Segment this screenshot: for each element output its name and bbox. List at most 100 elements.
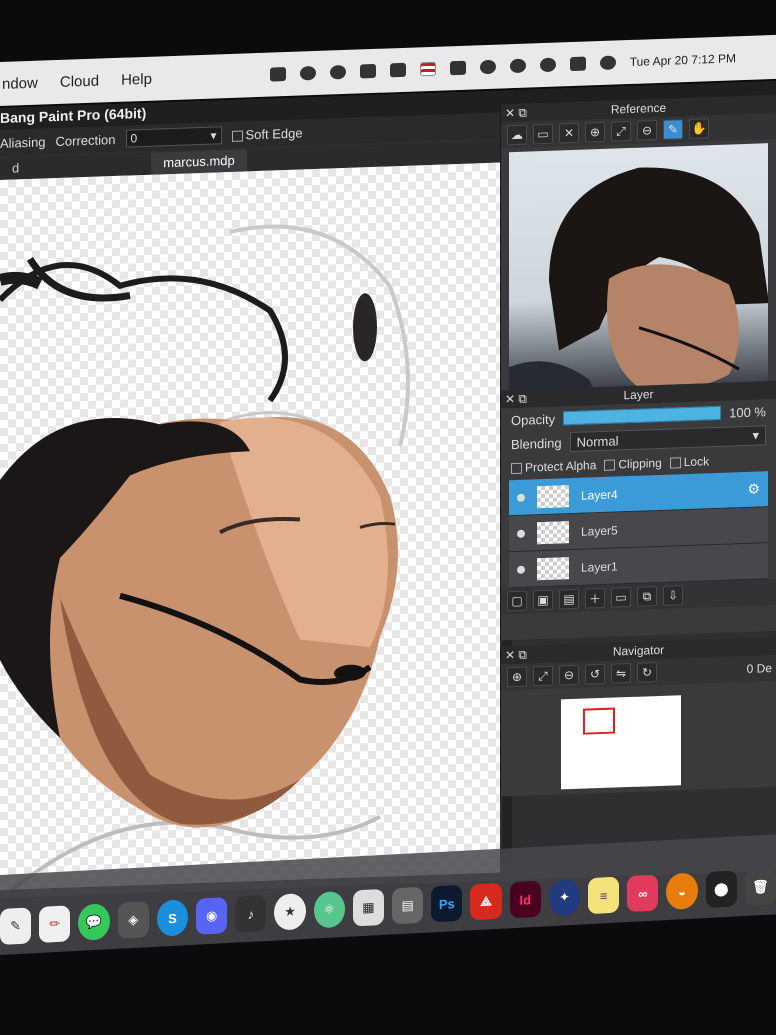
siri-icon[interactable]: [599, 55, 616, 71]
indesign-label: Id: [519, 891, 532, 908]
acrobat-icon[interactable]: ⟁: [470, 882, 502, 921]
new-layer-icon[interactable]: ▢: [507, 590, 527, 612]
play-icon[interactable]: [329, 64, 346, 80]
aliasing-label[interactable]: Aliasing: [0, 134, 46, 151]
control-center-icon[interactable]: [569, 56, 586, 72]
tab-other[interactable]: d: [0, 157, 31, 180]
soft-edge-checkbox[interactable]: Soft Edge: [231, 125, 303, 142]
zoom-in-icon[interactable]: ⊕: [507, 666, 527, 688]
user-icon[interactable]: [509, 58, 526, 74]
preview-icon[interactable]: ▦: [352, 888, 385, 927]
protect-alpha-label: Protect Alpha: [525, 458, 597, 475]
menu-window[interactable]: ndow: [2, 74, 38, 92]
discord-icon[interactable]: ◉: [196, 897, 228, 935]
navigator-preview[interactable]: [561, 695, 681, 790]
menu-items: ndow Cloud Help: [0, 70, 152, 92]
reference-image: [509, 143, 768, 403]
atom-icon[interactable]: ⚛: [313, 890, 345, 929]
navigator-panel-title: Navigator: [612, 642, 665, 659]
lock-checkbox[interactable]: Lock: [669, 454, 710, 470]
new-layer-8bit-icon[interactable]: ▣: [533, 589, 553, 611]
zoom-out-icon[interactable]: ⊖: [637, 120, 657, 141]
skype-icon[interactable]: S: [156, 899, 189, 937]
zoom-out-icon[interactable]: ⊖: [559, 664, 579, 686]
layer-thumbnail: [537, 520, 569, 544]
reference-panel: ✕ ⧉ Reference ☁ ▭ ✕ ⊕ ⤢ ⊖ ✎ ✋: [500, 94, 776, 405]
reference-photo: [509, 167, 768, 403]
battery-icon[interactable]: [449, 60, 466, 76]
duplicate-icon[interactable]: ⧉: [637, 586, 657, 607]
blending-value: Normal: [576, 432, 619, 450]
folder-icon[interactable]: ▭: [611, 586, 631, 608]
cloud-open-icon[interactable]: ☁: [507, 124, 527, 146]
checkbox-icon: [511, 463, 522, 475]
search-icon[interactable]: [539, 57, 556, 73]
input-flag-icon[interactable]: [419, 61, 436, 77]
layer-name: Layer1: [581, 558, 618, 575]
add-layer-menu-icon[interactable]: ＋: [585, 587, 605, 609]
merge-icon[interactable]: ⇩: [663, 585, 683, 606]
painting: [0, 224, 410, 890]
close-icon[interactable]: ✕ ⧉: [505, 390, 527, 409]
pencil-icon[interactable]: ✏: [39, 905, 71, 943]
reference-panel-title: Reference: [610, 100, 667, 117]
gear-icon[interactable]: ⚙: [747, 480, 760, 497]
clip-studio-icon[interactable]: ✦: [548, 878, 581, 917]
menubar-datetime[interactable]: Tue Apr 20 7:12 PM: [630, 51, 736, 69]
new-layer-1bit-icon[interactable]: ▤: [559, 588, 579, 610]
photoshop-icon[interactable]: Ps: [431, 884, 463, 923]
navigator-viewport-box[interactable]: [583, 707, 615, 735]
rotate-left-icon[interactable]: ↺: [585, 663, 605, 685]
protect-alpha-checkbox[interactable]: Protect Alpha: [511, 458, 596, 475]
messages-icon[interactable]: 💬: [78, 903, 110, 941]
blending-label: Blending: [511, 434, 562, 452]
close-icon[interactable]: ✕ ⧉: [505, 104, 527, 123]
indesign-icon[interactable]: Id: [509, 880, 541, 919]
unity-icon[interactable]: ◈: [117, 901, 149, 939]
correction-select[interactable]: 0 ▾: [125, 126, 222, 148]
layer-name: Layer5: [581, 522, 618, 539]
zoom-in-icon[interactable]: ⊕: [585, 121, 605, 143]
close-icon[interactable]: ✕ ⧉: [505, 646, 527, 665]
navigator-angle: 0 De: [746, 661, 772, 676]
menu-help[interactable]: Help: [121, 70, 152, 88]
drawing-canvas[interactable]: [0, 162, 500, 890]
opacity-slider[interactable]: [563, 405, 722, 426]
volume-icon[interactable]: [359, 63, 376, 79]
trash-icon[interactable]: 🗑: [744, 868, 776, 906]
eye-icon[interactable]: [517, 529, 525, 538]
hand-icon[interactable]: ✋: [689, 118, 709, 139]
rotate-right-icon[interactable]: ↻: [637, 662, 657, 683]
zoom-icon[interactable]: [269, 67, 286, 82]
bluetooth-icon[interactable]: [389, 62, 406, 78]
close-icon[interactable]: ✕: [559, 122, 579, 144]
lock-label: Lock: [683, 454, 710, 470]
zoom-fit-icon[interactable]: ⤢: [533, 665, 553, 687]
calculator-icon[interactable]: ▤: [392, 886, 424, 925]
guitar-icon[interactable]: ♪: [235, 895, 267, 933]
chevron-down-icon: ▾: [210, 128, 217, 143]
fit-icon[interactable]: ⤢: [611, 120, 631, 142]
checkbox-icon: [604, 459, 616, 472]
creative-cloud-icon[interactable]: ∞: [627, 874, 659, 913]
flip-icon[interactable]: ⇋: [611, 662, 631, 684]
menu-cloud[interactable]: Cloud: [60, 72, 99, 90]
layer-panel-title: Layer: [623, 387, 654, 403]
checkbox-icon: [231, 130, 243, 142]
layer-name: Layer4: [581, 486, 618, 503]
notes-icon[interactable]: ≡: [588, 876, 620, 915]
wifi-icon[interactable]: [479, 59, 496, 75]
clipping-checkbox[interactable]: Clipping: [604, 456, 662, 472]
eye-icon[interactable]: [517, 565, 525, 574]
finder-icon[interactable]: ✎: [0, 907, 32, 945]
blender-icon[interactable]: ◒: [666, 872, 698, 911]
app-icon[interactable]: ★: [274, 892, 306, 931]
checkbox-icon: [669, 457, 681, 469]
correction-label: Correction: [55, 131, 116, 149]
creative-cloud-icon[interactable]: [299, 65, 316, 81]
folder-icon[interactable]: ▭: [533, 123, 553, 145]
recorder-icon[interactable]: ⬤: [705, 870, 737, 909]
eyedropper-icon[interactable]: ✎: [663, 119, 683, 140]
app-window: Bang Paint Pro (64bit) Aliasing Correcti…: [0, 80, 776, 898]
eye-icon[interactable]: [517, 493, 525, 502]
